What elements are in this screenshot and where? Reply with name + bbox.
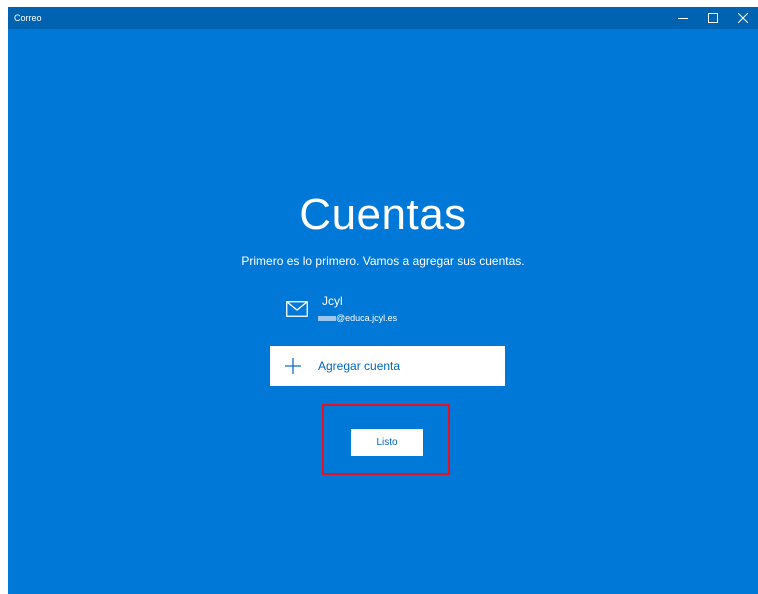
minimize-button[interactable] (668, 7, 698, 29)
account-item[interactable]: Jcyl @educa.jcyl.es (286, 292, 466, 328)
title-bar[interactable]: Correo (8, 7, 758, 29)
add-account-label: Agregar cuenta (318, 359, 401, 373)
plus-icon (285, 358, 301, 374)
close-icon (738, 13, 748, 23)
minimize-icon (678, 18, 688, 19)
window-title: Correo (14, 13, 42, 23)
account-email: @educa.jcyl.es (318, 312, 397, 324)
mail-icon (286, 301, 308, 317)
redacted-username (318, 315, 336, 321)
add-account-button[interactable]: Agregar cuenta (270, 346, 505, 386)
close-button[interactable] (728, 7, 758, 29)
page-subtitle: Primero es lo primero. Vamos a agregar s… (241, 254, 525, 268)
maximize-button[interactable] (698, 7, 728, 29)
mail-app-window: Correo Cuentas Primero es lo primero. Va… (8, 7, 758, 594)
account-email-domain: @educa.jcyl.es (336, 313, 398, 323)
account-name: Jcyl (322, 294, 343, 308)
page-title: Cuentas (299, 190, 467, 239)
maximize-icon (708, 13, 718, 23)
done-button[interactable]: Listo (351, 429, 423, 456)
